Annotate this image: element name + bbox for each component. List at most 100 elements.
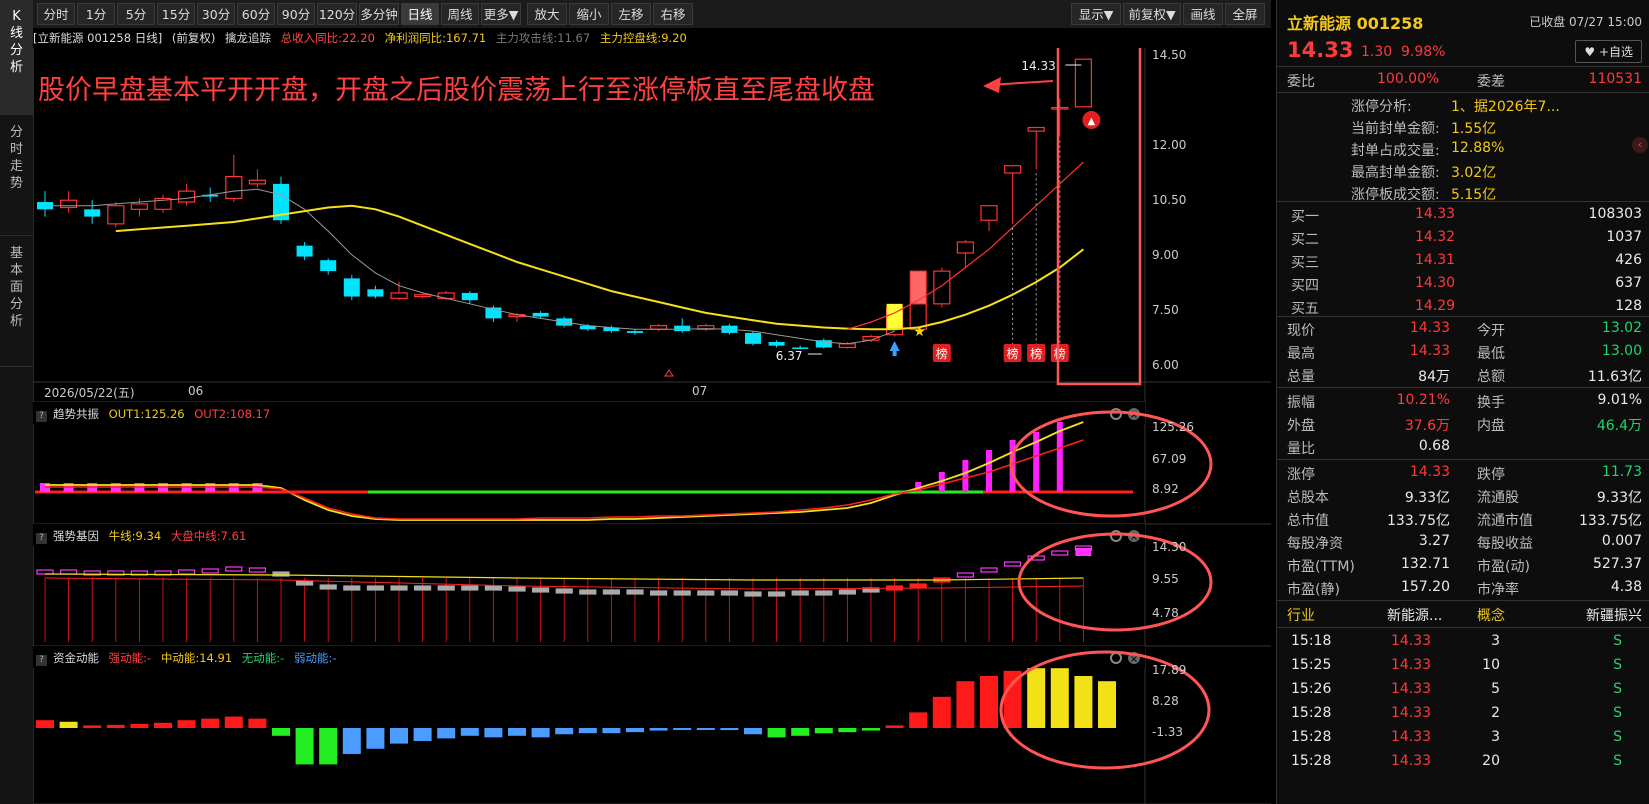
tab-fundamentals[interactable]: 基本面分析 xyxy=(0,237,33,367)
help-icon[interactable]: ? xyxy=(36,655,47,666)
candle-body xyxy=(84,209,101,217)
gene-block xyxy=(579,589,597,595)
gene-block xyxy=(178,569,196,575)
toolbar-action-button[interactable]: 放大 xyxy=(527,3,567,25)
candle-body xyxy=(1003,165,1022,174)
gene-block xyxy=(508,586,526,592)
gene-block xyxy=(980,567,998,573)
period-button[interactable]: 周线 xyxy=(441,3,479,25)
gene-block xyxy=(744,591,762,597)
month-label-07: 07 xyxy=(692,384,708,398)
panel1-title-row: ? 趋势共振 OUT1:125.26 OUT2:108.17 xyxy=(36,406,270,422)
candle-body xyxy=(649,325,668,330)
limit-analysis-value: 12.88% xyxy=(1451,140,1505,156)
tab-char: 基 xyxy=(9,246,23,261)
help-icon[interactable]: ? xyxy=(36,411,47,422)
candle xyxy=(1074,58,1093,108)
stat-value: 46.4万 xyxy=(1596,418,1642,434)
gene-block xyxy=(649,590,668,596)
momentum-bar xyxy=(696,728,715,730)
stat-value: 13.02 xyxy=(1601,320,1642,336)
gene-block xyxy=(602,589,621,595)
tab-kline[interactable]: K线分析 xyxy=(0,0,33,115)
low-price-label: 6.37 xyxy=(776,349,803,363)
candle-body xyxy=(178,190,196,203)
ma-gray-line xyxy=(45,188,895,345)
concept-label: 概念 xyxy=(1477,608,1505,624)
tick-price: 14.33 xyxy=(1391,633,1432,649)
gene-block xyxy=(673,590,691,596)
stat-value: 3.27 xyxy=(1418,533,1450,549)
toolbar-right-button[interactable]: 显示▼ xyxy=(1071,3,1121,25)
candle xyxy=(627,329,643,335)
tab-char: 面 xyxy=(9,280,23,295)
toolbar-right-button[interactable]: 全屏 xyxy=(1225,3,1265,25)
rocket-icon xyxy=(889,341,900,356)
momentum-bar xyxy=(130,723,149,728)
breakout-candle xyxy=(909,270,927,305)
bid-price: 14.31 xyxy=(1415,252,1456,268)
toolbar-action-button[interactable]: 左移 xyxy=(611,3,651,25)
candle xyxy=(980,205,998,232)
divider xyxy=(1277,387,1649,388)
tick-side: S xyxy=(1613,705,1622,721)
profit-yoy: 净利润同比:167.71 xyxy=(384,31,487,45)
toolbar-right-button[interactable]: 前复权▼ xyxy=(1123,3,1181,25)
sub-axis-tick: 8.28 xyxy=(1152,694,1179,708)
momentum-bar xyxy=(980,676,998,728)
stat-value: 84万 xyxy=(1418,369,1450,385)
candle-body xyxy=(1051,106,1069,110)
period-button[interactable]: 120分 xyxy=(317,3,357,25)
period-button[interactable]: 多分钟 xyxy=(359,3,399,25)
bid-volume: 128 xyxy=(1615,298,1642,314)
period-button[interactable]: 30分 xyxy=(197,3,235,25)
toolbar-action-button[interactable]: 右移 xyxy=(653,3,693,25)
candle xyxy=(296,242,313,261)
momentum-bar xyxy=(413,728,432,741)
gene-block xyxy=(909,583,927,589)
industry-value: 新能源... xyxy=(1387,608,1443,624)
tab-char: 析 xyxy=(9,314,23,329)
help-icon[interactable]: ? xyxy=(36,533,47,544)
candle-body xyxy=(130,203,149,210)
stat-label: 量比 xyxy=(1287,441,1315,457)
period-button[interactable]: 日线 xyxy=(401,3,439,25)
collapse-arrow-icon[interactable]: ‹ xyxy=(1632,137,1648,153)
candle-body xyxy=(627,331,643,333)
candle-body xyxy=(367,289,384,297)
toolbar-action-button[interactable]: 缩小 xyxy=(569,3,609,25)
period-button[interactable]: 1分 xyxy=(77,3,115,25)
period-button[interactable]: 15分 xyxy=(157,3,195,25)
period-button[interactable]: 5分 xyxy=(117,3,155,25)
candle-body xyxy=(248,179,266,185)
period-button[interactable]: 分时 xyxy=(37,3,75,25)
period-button[interactable]: 更多▼ xyxy=(481,3,521,25)
resonance-bar xyxy=(962,460,969,492)
stat-value: 9.33亿 xyxy=(1596,490,1642,506)
momentum-bar xyxy=(909,712,928,728)
period-button[interactable]: 60分 xyxy=(237,3,275,25)
limit-up-icon-glyph: ▲ xyxy=(1088,116,1096,127)
weibi-value: 100.00% xyxy=(1377,71,1440,87)
stat-value: 14.33 xyxy=(1409,464,1450,480)
stat-value: 133.75亿 xyxy=(1579,513,1642,529)
badge-label: 榜 xyxy=(1054,346,1066,361)
toolbar-right-button[interactable]: 画线 xyxy=(1183,3,1223,25)
panel2-title: 强势基因 xyxy=(53,529,99,543)
gene-block xyxy=(1051,550,1069,556)
kline-chart[interactable]: 榜榜榜榜★▲14.336.37 × × × xyxy=(33,48,1271,804)
weicha-value: 110531 xyxy=(1588,71,1642,87)
candle-body xyxy=(225,176,243,200)
stat-label: 市盈(动) xyxy=(1477,559,1530,575)
tick-volume: 5 xyxy=(1491,681,1500,697)
period-button[interactable]: 90分 xyxy=(277,3,315,25)
annotation-overlay xyxy=(983,48,1142,386)
add-watchlist-button[interactable]: ♥ +自选 xyxy=(1575,40,1642,63)
tab-timeshare[interactable]: 分时走势 xyxy=(0,116,33,236)
candle xyxy=(107,202,125,228)
candle-body xyxy=(532,312,549,317)
momentum-bar xyxy=(342,728,361,754)
badge-label: 榜 xyxy=(1007,346,1019,361)
candle xyxy=(367,285,384,299)
gene-block-latest xyxy=(1075,548,1092,556)
